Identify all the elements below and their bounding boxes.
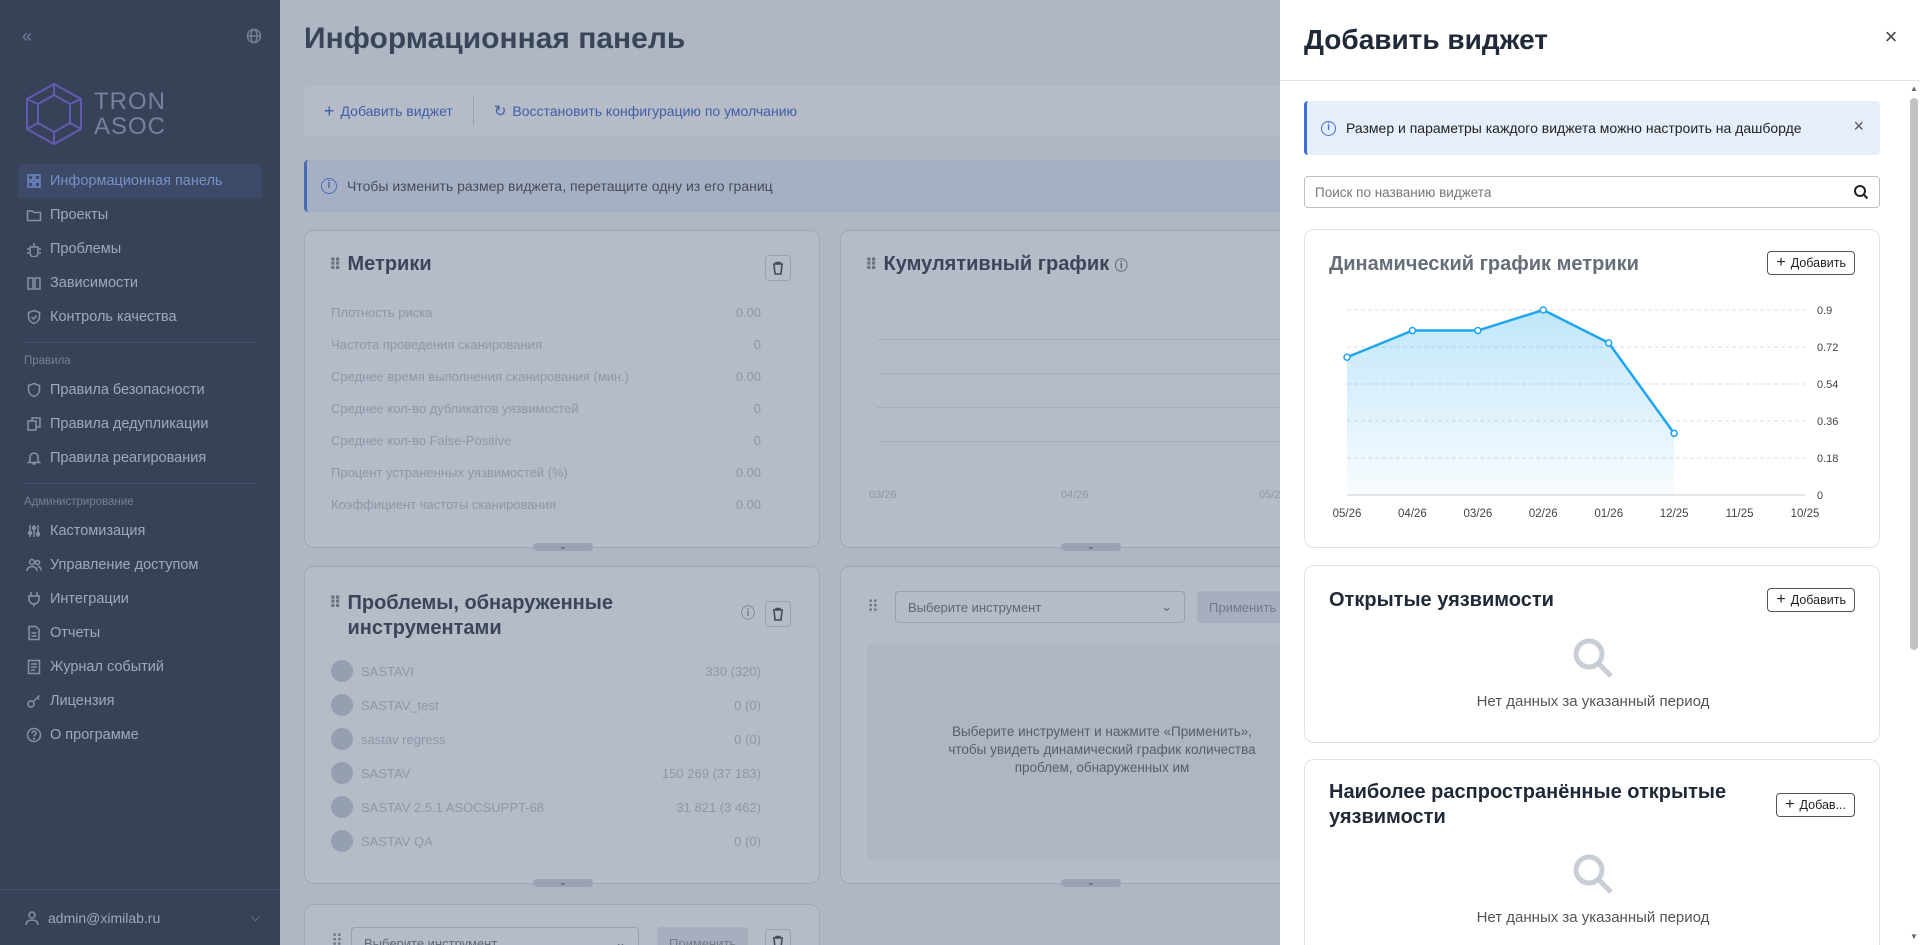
drawer-scrollbar[interactable]: [1910, 98, 1918, 650]
x-tick-label: 03/26: [1463, 508, 1492, 520]
add-widget-button[interactable]: + Добав...: [1776, 793, 1855, 817]
search-placeholder: Поиск по названию виджета: [1315, 184, 1492, 200]
empty-text: Нет данных за указанный период: [1476, 909, 1710, 926]
widget-title: Наиболее распространённые открытые уязви…: [1329, 781, 1727, 828]
drawer-info-text: Размер и параметры каждого виджета можно…: [1346, 120, 1802, 136]
data-point: [1604, 339, 1613, 347]
y-tick-label: 0.54: [1817, 379, 1838, 391]
drawer-info-banner: i Размер и параметры каждого виджета мож…: [1304, 101, 1880, 155]
add-widget-label: Добавить: [1790, 256, 1846, 270]
widget-title: Динамический график метрики: [1329, 253, 1639, 275]
plus-icon: +: [1776, 591, 1786, 608]
y-tick-label: 0.36: [1817, 416, 1838, 428]
search-icon[interactable]: [1853, 184, 1869, 200]
empty-text: Нет данных за указанный период: [1476, 693, 1710, 710]
data-point: [1670, 429, 1678, 438]
widget-card-common-vulnerabilities: Наиболее распространённые открытые уязви…: [1304, 759, 1880, 945]
magnifier-icon: [1573, 638, 1613, 678]
x-tick-label: 11/25: [1726, 508, 1754, 520]
x-tick-label: 05/26: [1333, 508, 1362, 520]
plus-icon: +: [1785, 796, 1795, 813]
add-widget-button[interactable]: + Добавить: [1767, 251, 1855, 275]
data-point: [1408, 326, 1417, 335]
info-icon: i: [1321, 120, 1336, 136]
widget-title: Открытые уязвимости: [1329, 589, 1554, 611]
x-tick-label: 10/25: [1791, 508, 1820, 520]
plus-icon: +: [1776, 254, 1786, 271]
add-widget-button[interactable]: + Добавить: [1767, 588, 1855, 612]
magnifier-icon: [1573, 854, 1613, 894]
widget-search-input[interactable]: Поиск по названию виджета: [1304, 176, 1880, 208]
y-tick-label: 0.9: [1817, 305, 1832, 317]
x-tick-label: 12/25: [1660, 508, 1689, 520]
drawer-title: Добавить виджет: [1304, 24, 1548, 55]
scroll-up-arrow[interactable]: ▲: [1910, 84, 1918, 93]
data-point: [1539, 306, 1548, 314]
scroll-down-arrow[interactable]: ▼: [1910, 932, 1918, 941]
add-widget-drawer: Добавить виджет × i Размер и параметры к…: [1280, 0, 1920, 945]
widget-card-open-vulnerabilities: Открытые уязвимости + Добавить Нет данных…: [1304, 565, 1880, 743]
x-tick-label: 01/26: [1594, 508, 1623, 520]
x-tick-label: 02/26: [1529, 508, 1558, 520]
data-point: [1343, 353, 1351, 362]
y-tick-label: 0: [1817, 490, 1823, 502]
data-point: [1474, 326, 1482, 335]
x-tick-label: 04/26: [1398, 508, 1427, 520]
empty-state: Нет данных за указанный период: [1305, 636, 1881, 710]
add-widget-label: Добавить: [1790, 593, 1846, 607]
close-icon[interactable]: ×: [1880, 24, 1902, 49]
y-tick-label: 0.18: [1817, 453, 1838, 465]
add-widget-label: Добав...: [1799, 798, 1846, 812]
y-tick-label: 0.72: [1817, 342, 1838, 354]
metric-chart: 0.9 0.72 0.54 0.36 0.18 0 05/26 04/26 03/26 02/26…: [1333, 305, 1839, 520]
drawer-divider: [1280, 80, 1920, 81]
widget-card-metric-chart: Динамический график метрики + Добавить 0.…: [1304, 229, 1880, 548]
modal-overlay[interactable]: [0, 0, 1280, 945]
dismiss-info-icon[interactable]: ×: [1853, 116, 1864, 137]
empty-state: Нет данных за указанный период: [1305, 852, 1881, 926]
